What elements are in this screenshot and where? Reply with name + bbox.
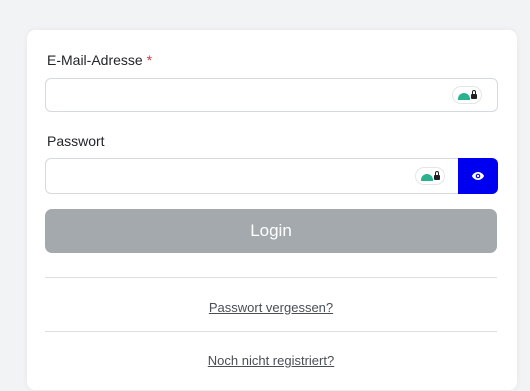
required-marker: *	[146, 52, 153, 68]
lock-icon	[470, 89, 477, 101]
eye-icon	[472, 172, 484, 180]
pm-logo-arc	[420, 173, 433, 181]
password-manager-icon[interactable]	[452, 86, 482, 104]
lock-icon	[433, 170, 440, 182]
password-field[interactable]	[45, 158, 459, 194]
login-button[interactable]: Login	[45, 209, 497, 253]
divider	[45, 277, 497, 278]
email-field[interactable]	[45, 78, 498, 112]
email-label: E-Mail-Adresse *	[47, 52, 152, 68]
pm-logo-arc	[457, 92, 470, 100]
email-label-text: E-Mail-Adresse	[47, 52, 143, 68]
show-password-button[interactable]	[458, 158, 498, 194]
forgot-password-link[interactable]: Passwort vergessen?	[45, 300, 497, 315]
login-card: E-Mail-Adresse * Passwort Login Passwort…	[27, 30, 517, 390]
password-manager-icon[interactable]	[415, 167, 445, 185]
divider	[45, 331, 497, 332]
password-label: Passwort	[47, 133, 105, 149]
register-link[interactable]: Noch nicht registriert?	[45, 353, 497, 368]
